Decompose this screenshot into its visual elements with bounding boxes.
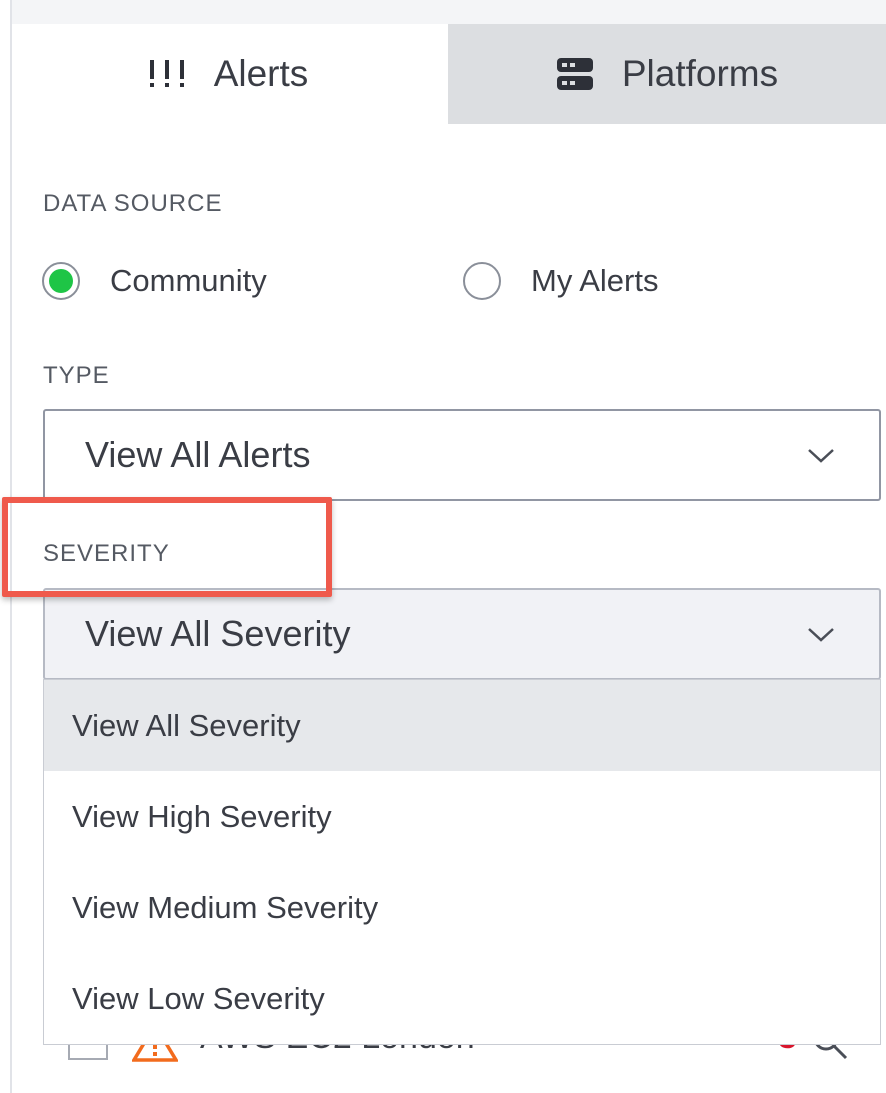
alerts-icon (148, 59, 186, 89)
severity-select[interactable]: View All Severity (43, 588, 881, 680)
type-label: TYPE (43, 362, 110, 389)
tab-alerts-label: Alerts (213, 53, 309, 94)
radio-community-label: Community (110, 263, 267, 298)
severity-select-value: View All Severity (85, 613, 351, 654)
radio-my-alerts-circle[interactable] (463, 262, 501, 300)
radio-community-circle[interactable] (42, 262, 80, 300)
top-strip (12, 0, 886, 24)
radio-my-alerts-label: My Alerts (531, 263, 659, 298)
severity-highlight-box (2, 497, 332, 597)
server-icon (556, 57, 594, 91)
type-select[interactable]: View All Alerts (43, 409, 881, 501)
tab-alerts[interactable]: Alerts (12, 24, 444, 124)
chevron-down-icon (807, 445, 835, 470)
tab-platforms[interactable]: Platforms (448, 24, 886, 124)
data-source-label: DATA SOURCE (43, 190, 223, 217)
severity-option-high[interactable]: View High Severity (44, 771, 880, 862)
chevron-down-icon (807, 624, 835, 649)
radio-my-alerts[interactable]: My Alerts (463, 262, 658, 300)
severity-option-low[interactable]: View Low Severity (44, 953, 880, 1044)
severity-option-medium[interactable]: View Medium Severity (44, 862, 880, 953)
severity-option-all[interactable]: View All Severity (44, 680, 880, 771)
radio-community[interactable]: Community (42, 262, 267, 300)
type-select-value: View All Alerts (85, 434, 311, 475)
severity-dropdown-menu: View All Severity View High Severity Vie… (43, 679, 881, 1045)
tab-platforms-label: Platforms (621, 53, 779, 94)
